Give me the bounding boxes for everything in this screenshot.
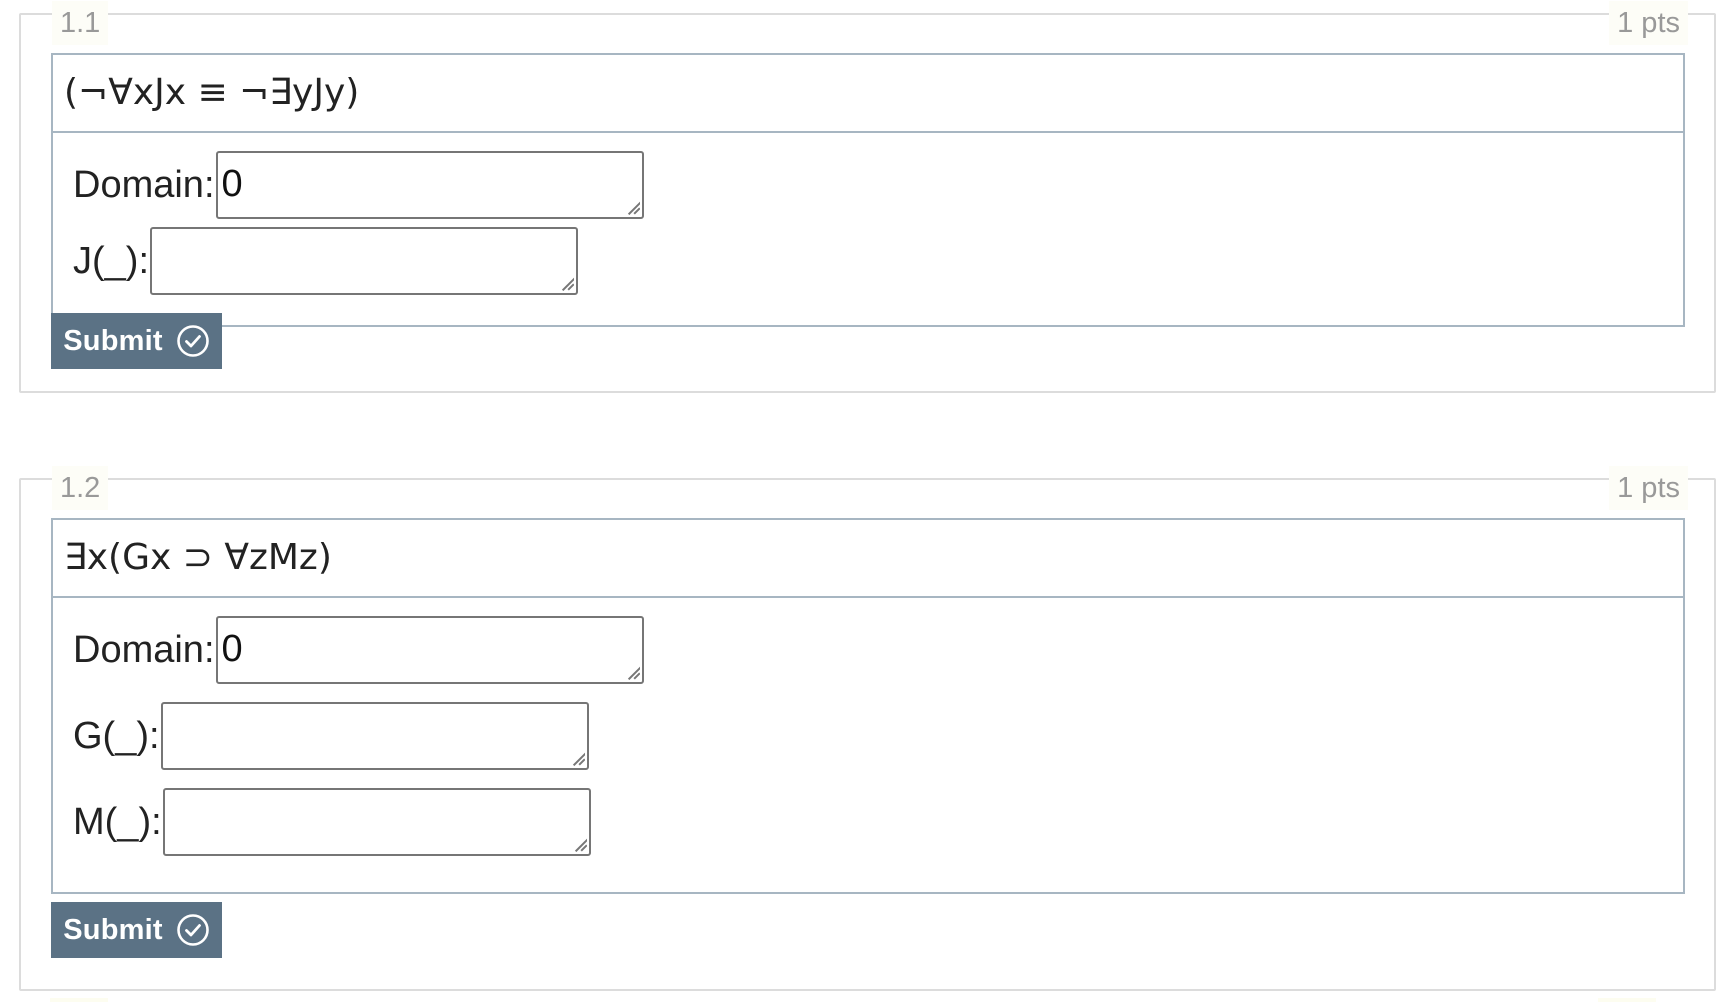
field-label: G(_): (73, 714, 160, 757)
question-points: 1 pts (1609, 1, 1688, 45)
field-row-predicate: J(_): (73, 227, 578, 295)
question-number: 1.2 (52, 466, 109, 510)
question-points: 1 pts (1609, 466, 1688, 510)
field-row-predicate: G(_): (73, 702, 589, 770)
field-label: Domain: (73, 163, 215, 206)
field-label: J(_): (73, 239, 149, 282)
predicate-m-textarea[interactable] (162, 788, 591, 856)
submit-label: Submit (63, 324, 163, 357)
field-row-domain: Domain: 0 (73, 151, 644, 219)
submit-button[interactable]: Submit (51, 902, 222, 958)
question-card: 1.1 1 pts (¬∀xJx ≡ ¬∃yJy) Domain: 0 J(_)… (19, 1, 1716, 393)
submit-button[interactable]: Submit (51, 313, 222, 369)
formula-display: (¬∀xJx ≡ ¬∃yJy) (51, 53, 1685, 133)
field-row-domain: Domain: 0 (73, 616, 644, 684)
domain-textarea[interactable]: 0 (215, 151, 644, 219)
resize-grip-icon[interactable] (573, 838, 587, 852)
field-label: M(_): (73, 800, 162, 843)
interpretation-panel: Domain: 0 G(_): M(_): (51, 598, 1685, 894)
interpretation-panel: Domain: 0 J(_): (51, 133, 1685, 327)
question-card: 1.2 1 pts ∃x(Gx ⊃ ∀zMz) Domain: 0 G(_): … (19, 466, 1716, 991)
submit-label: Submit (63, 913, 163, 946)
predicate-j-textarea[interactable] (150, 227, 578, 295)
formula-display: ∃x(Gx ⊃ ∀zMz) (51, 518, 1685, 598)
domain-textarea[interactable]: 0 (215, 616, 644, 684)
predicate-g-textarea[interactable] (160, 702, 589, 770)
check-circle-icon (176, 325, 209, 357)
next-question-points-edge (1598, 998, 1656, 1002)
next-question-number-edge (50, 998, 108, 1002)
check-circle-icon (176, 914, 209, 946)
resize-grip-icon[interactable] (626, 201, 640, 215)
resize-grip-icon[interactable] (571, 752, 585, 766)
resize-grip-icon[interactable] (626, 666, 640, 680)
field-row-predicate: M(_): (73, 788, 591, 856)
resize-grip-icon[interactable] (560, 277, 574, 291)
field-value: 0 (221, 628, 243, 670)
field-value: 0 (221, 163, 243, 205)
field-label: Domain: (73, 628, 215, 671)
question-number: 1.1 (52, 1, 109, 45)
